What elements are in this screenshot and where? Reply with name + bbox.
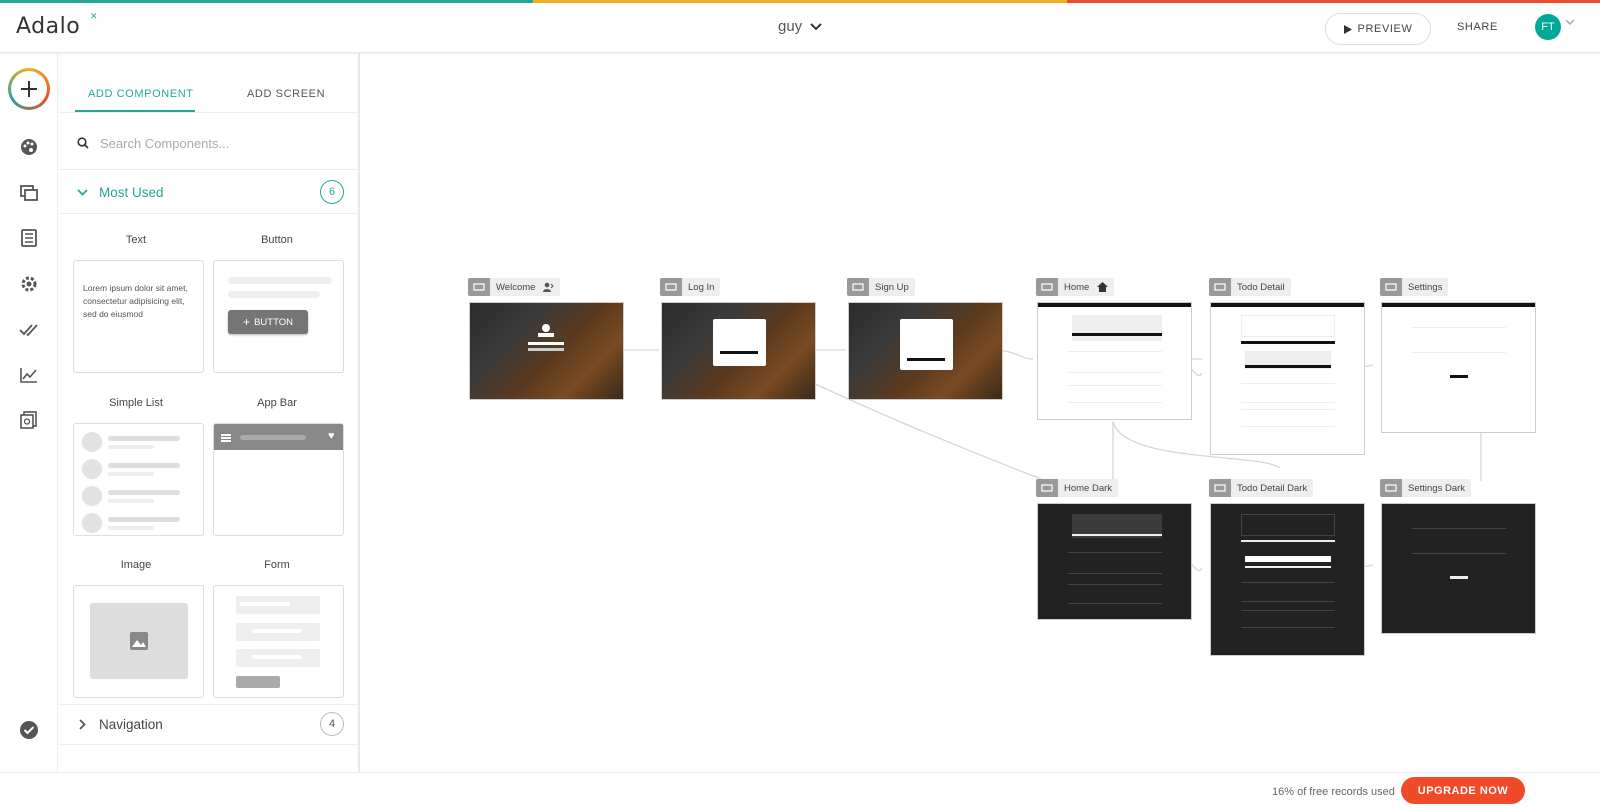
verified-badge-icon[interactable] bbox=[19, 720, 39, 740]
settings-gear-icon[interactable] bbox=[19, 274, 39, 294]
share-button[interactable]: SHARE bbox=[1457, 21, 1498, 33]
screen-thumb-sign-up[interactable] bbox=[848, 302, 1003, 400]
monitor-icon bbox=[1036, 278, 1058, 296]
plus-icon bbox=[21, 81, 37, 97]
component-label-form: Form bbox=[264, 559, 290, 571]
header: Adalo ✕ guy PREVIEW SHARE FT bbox=[0, 3, 1600, 53]
play-icon bbox=[1343, 24, 1352, 34]
screen-label-todo-detail-dark[interactable]: Todo Detail Dark bbox=[1209, 479, 1314, 497]
monitor-icon bbox=[468, 278, 490, 296]
screen-label-log-in[interactable]: Log In bbox=[660, 278, 721, 296]
component-card-simple-list[interactable] bbox=[73, 423, 204, 536]
publish-checks-icon[interactable] bbox=[19, 320, 39, 340]
component-label-simple-list: Simple List bbox=[109, 397, 163, 409]
section-title: Navigation bbox=[99, 716, 163, 732]
screen-name: Log In bbox=[688, 281, 715, 293]
monitor-icon bbox=[660, 278, 682, 296]
button-preview: + BUTTON bbox=[228, 310, 308, 334]
screen-name: Settings Dark bbox=[1408, 482, 1466, 494]
avatar-chevron-down-icon[interactable] bbox=[1565, 19, 1575, 26]
screen-thumb-settings[interactable] bbox=[1381, 302, 1536, 433]
logo-star-icon: ✕ bbox=[90, 11, 98, 21]
left-toolbar bbox=[0, 53, 58, 772]
logo[interactable]: Adalo bbox=[16, 14, 80, 39]
screen-name: Settings bbox=[1408, 281, 1443, 293]
text-preview: Lorem ipsum dolor sit amet, consectetur … bbox=[83, 283, 188, 319]
screen-name: Sign Up bbox=[875, 281, 909, 293]
count-badge: 4 bbox=[320, 712, 344, 736]
screen-label-sign-up[interactable]: Sign Up bbox=[847, 278, 915, 296]
search-bar bbox=[58, 115, 358, 170]
palette-icon[interactable] bbox=[19, 137, 39, 157]
chevron-right-icon bbox=[79, 718, 86, 730]
active-tab-indicator bbox=[75, 110, 195, 112]
footer: 16% of free records used UPGRADE NOW bbox=[0, 772, 1600, 808]
app-switcher[interactable]: guy bbox=[778, 18, 822, 35]
component-label-button: Button bbox=[261, 234, 293, 246]
monitor-icon bbox=[847, 278, 869, 296]
section-most-used[interactable]: Most Used 6 bbox=[58, 172, 358, 212]
monitor-icon bbox=[1209, 278, 1231, 296]
screen-label-todo-detail[interactable]: Todo Detail bbox=[1209, 278, 1291, 296]
monitor-icon bbox=[1380, 479, 1402, 497]
chevron-down-icon bbox=[77, 188, 88, 196]
screen-name: Home Dark bbox=[1064, 482, 1113, 494]
screen-thumb-log-in[interactable] bbox=[661, 302, 816, 400]
screen-thumb-todo-detail[interactable] bbox=[1210, 302, 1365, 455]
panel-tabs: ADD COMPONENT ADD SCREEN bbox=[58, 53, 358, 113]
screen-canvas[interactable]: Welcome Log In Sign Up Home Todo Detail … bbox=[361, 53, 1600, 772]
screen-label-home[interactable]: Home bbox=[1036, 278, 1115, 296]
tab-add-component[interactable]: ADD COMPONENT bbox=[88, 88, 194, 100]
component-label-image: Image bbox=[120, 559, 152, 571]
screens-icon[interactable] bbox=[19, 183, 39, 203]
add-button[interactable] bbox=[8, 68, 50, 110]
screen-label-settings[interactable]: Settings bbox=[1380, 278, 1449, 296]
component-panel: ADD COMPONENT ADD SCREEN Most Used 6 Tex… bbox=[58, 53, 360, 772]
search-input[interactable] bbox=[100, 136, 330, 151]
analytics-icon[interactable] bbox=[19, 365, 39, 385]
screen-label-welcome[interactable]: Welcome bbox=[468, 278, 561, 296]
monitor-icon bbox=[1036, 479, 1058, 497]
screen-label-home-dark[interactable]: Home Dark bbox=[1036, 479, 1119, 497]
screen-name: Home bbox=[1064, 281, 1090, 293]
search-icon bbox=[77, 137, 89, 149]
heart-icon: ♥ bbox=[328, 430, 335, 442]
screen-thumb-welcome[interactable] bbox=[469, 302, 624, 400]
records-usage: 16% of free records used bbox=[1272, 786, 1395, 798]
component-label-app-bar: App Bar bbox=[257, 397, 297, 409]
tab-add-screen[interactable]: ADD SCREEN bbox=[247, 88, 325, 100]
screen-thumb-todo-detail-dark[interactable] bbox=[1210, 503, 1365, 656]
component-label-text: Text bbox=[125, 234, 147, 246]
chevron-down-icon bbox=[810, 22, 822, 30]
preview-label: PREVIEW bbox=[1357, 23, 1413, 35]
section-navigation[interactable]: Navigation 4 bbox=[58, 704, 358, 744]
screen-name: Welcome bbox=[496, 281, 536, 293]
preview-button[interactable]: PREVIEW bbox=[1325, 13, 1431, 45]
component-card-app-bar[interactable]: ♥ bbox=[213, 423, 344, 536]
component-card-image[interactable] bbox=[73, 585, 204, 698]
screen-thumb-settings-dark[interactable] bbox=[1381, 503, 1536, 634]
section-title: Most Used bbox=[99, 184, 164, 200]
component-card-button[interactable]: + BUTTON bbox=[213, 260, 344, 373]
monitor-icon bbox=[1380, 278, 1402, 296]
count-badge: 6 bbox=[320, 180, 344, 204]
app-name: guy bbox=[778, 18, 803, 35]
database-icon[interactable] bbox=[19, 228, 39, 248]
versions-icon[interactable] bbox=[19, 410, 39, 430]
component-card-text[interactable]: Lorem ipsum dolor sit amet, consectetur … bbox=[73, 260, 204, 373]
screen-thumb-home-dark[interactable] bbox=[1037, 503, 1192, 620]
monitor-icon bbox=[1209, 479, 1231, 497]
screen-name: Todo Detail Dark bbox=[1237, 482, 1308, 494]
screen-thumb-home[interactable] bbox=[1037, 302, 1192, 420]
avatar[interactable]: FT bbox=[1535, 14, 1561, 40]
user-icon bbox=[543, 282, 555, 292]
home-icon bbox=[1097, 282, 1109, 292]
upgrade-button[interactable]: UPGRADE NOW bbox=[1401, 777, 1525, 804]
screen-label-settings-dark[interactable]: Settings Dark bbox=[1380, 479, 1472, 497]
component-card-form[interactable] bbox=[213, 585, 344, 698]
screen-name: Todo Detail bbox=[1237, 281, 1285, 293]
image-placeholder-icon bbox=[90, 603, 188, 679]
